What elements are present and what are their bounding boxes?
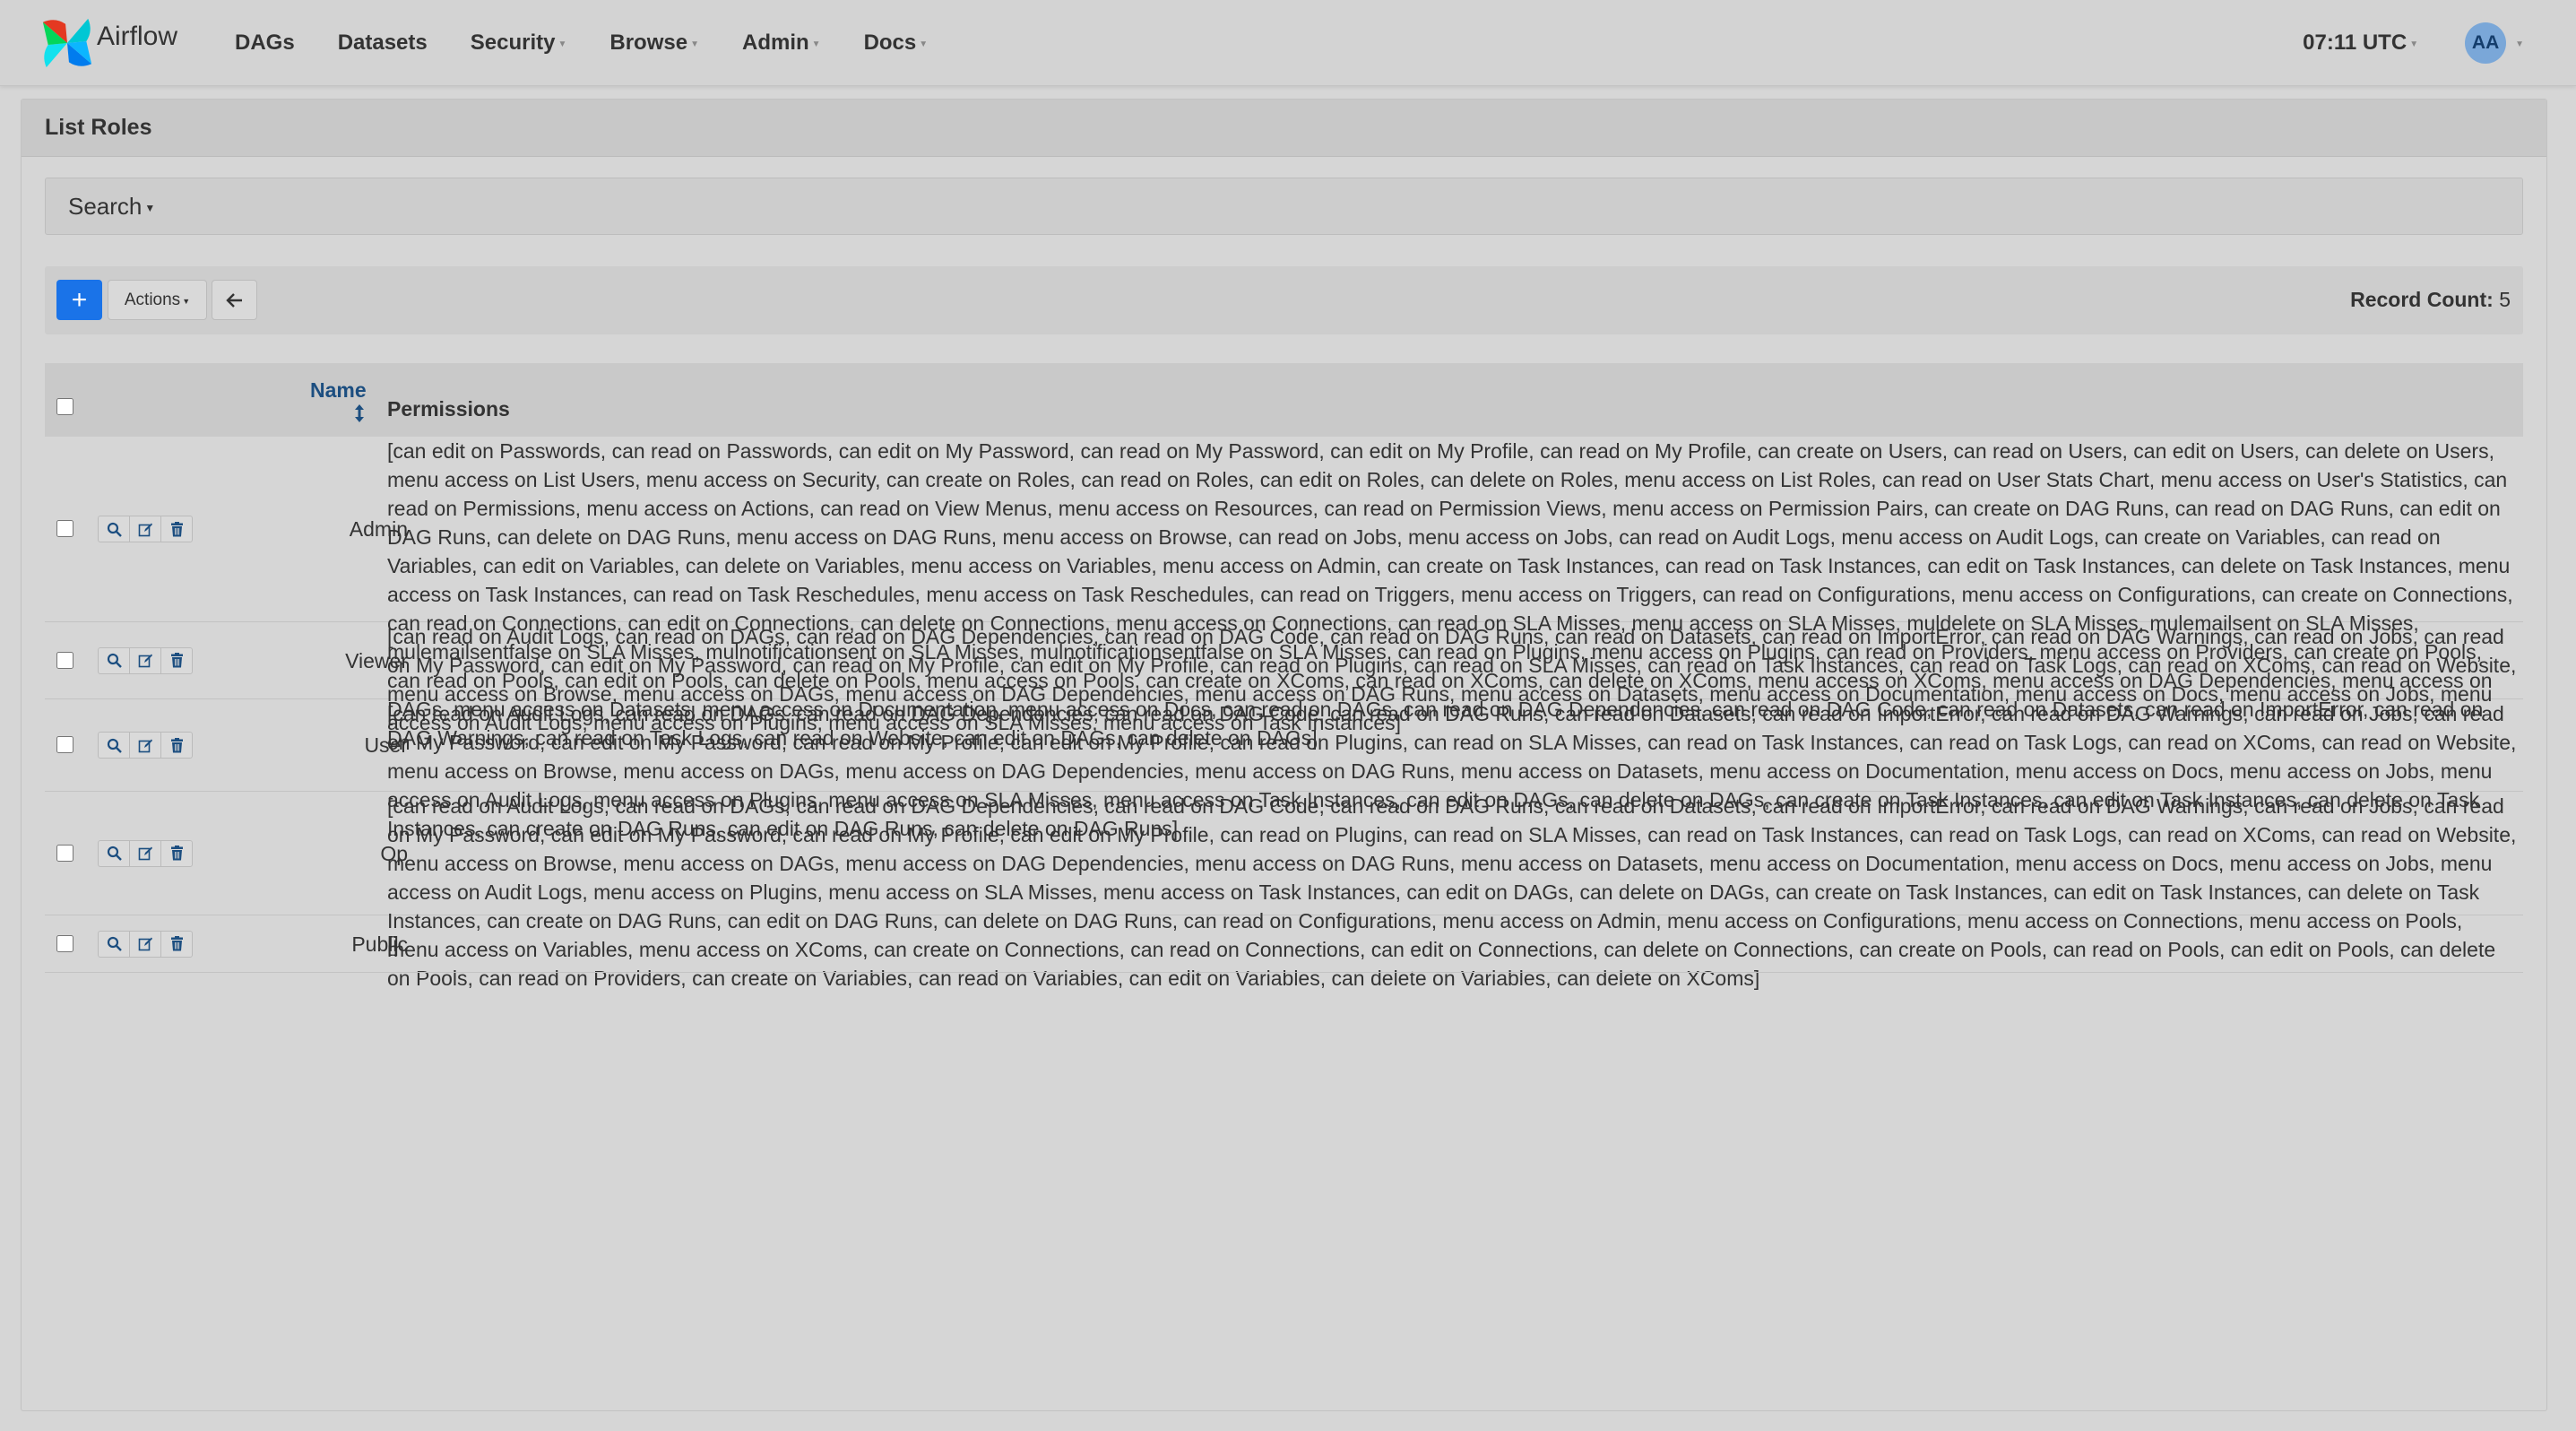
record-count: Record Count: 5 bbox=[2350, 288, 2511, 312]
plus-icon: + bbox=[71, 284, 88, 315]
page-title: List Roles bbox=[22, 100, 2546, 157]
search-label: Search bbox=[68, 192, 143, 220]
select-all-checkbox[interactable] bbox=[56, 398, 73, 415]
brand-name: Airflow bbox=[97, 21, 178, 51]
nav-item-label: Browse bbox=[609, 30, 688, 55]
row-action-buttons bbox=[98, 732, 193, 759]
trash-icon[interactable] bbox=[161, 733, 192, 758]
chevron-down-icon: ▼ bbox=[2409, 39, 2419, 49]
table-row: Admin [can edit on Passwords, can read on… bbox=[45, 437, 2523, 750]
navbar-right: 07:11 UTC ▼ AA ▼ bbox=[2303, 0, 2576, 85]
toolbar: + Actions ▼ Record Count: 5 bbox=[45, 266, 2523, 334]
actions-label: Actions bbox=[124, 290, 181, 309]
search-icon[interactable] bbox=[99, 931, 130, 957]
arrow-left-icon bbox=[225, 292, 242, 308]
sort-icon[interactable] bbox=[354, 403, 365, 423]
trash-icon[interactable] bbox=[161, 648, 192, 673]
chevron-down-icon: ▼ bbox=[811, 39, 821, 49]
chevron-down-icon: ▼ bbox=[558, 39, 567, 49]
table-row: User [can read on Audit Logs, can read on… bbox=[45, 699, 2523, 840]
chevron-down-icon: ▼ bbox=[2515, 39, 2524, 49]
chevron-down-icon: ▼ bbox=[690, 39, 699, 49]
role-permissions: [] bbox=[387, 932, 399, 956]
edit-icon[interactable] bbox=[130, 840, 161, 866]
airflow-pinwheel-icon bbox=[42, 18, 92, 67]
row-select-checkbox[interactable] bbox=[56, 736, 73, 753]
trash-icon[interactable] bbox=[161, 516, 192, 542]
search-icon[interactable] bbox=[99, 647, 130, 673]
row-action-buttons bbox=[98, 646, 193, 674]
table-row: Viewer [can read on Audit Logs, can read … bbox=[45, 622, 2523, 734]
add-role-button[interactable]: + bbox=[56, 280, 102, 320]
search-icon[interactable] bbox=[99, 840, 130, 866]
column-header-name[interactable]: Name bbox=[310, 378, 367, 403]
nav-item-label: Admin bbox=[741, 30, 809, 55]
clock-time: 07:11 UTC bbox=[2303, 30, 2407, 55]
caret-down-icon: ▼ bbox=[182, 297, 191, 306]
chevron-down-icon: ▼ bbox=[919, 39, 929, 49]
user-menu[interactable]: AA ▼ bbox=[2465, 22, 2524, 64]
search-toggle[interactable]: Search ▼ bbox=[45, 178, 2523, 235]
nav-item-label: Security bbox=[470, 30, 556, 55]
row-action-buttons bbox=[98, 516, 193, 542]
table-header: Name Permissions bbox=[45, 363, 2523, 437]
trash-icon[interactable] bbox=[161, 841, 192, 866]
nav-item-datasets[interactable]: Datasets bbox=[338, 30, 428, 56]
nav-item-docs[interactable]: Docs ▼ bbox=[864, 30, 929, 56]
nav-item-admin[interactable]: Admin ▼ bbox=[742, 30, 821, 56]
brand-logo[interactable]: Airflow bbox=[39, 9, 177, 76]
table-body: Admin [can edit on Passwords, can read on… bbox=[45, 437, 2523, 990]
list-roles-panel: List Roles Search ▼ + Actions ▼ Record C… bbox=[21, 99, 2547, 1411]
nav-item-browse[interactable]: Browse ▼ bbox=[609, 30, 699, 56]
record-count-value: 5 bbox=[2499, 288, 2511, 311]
nav-item-dags[interactable]: DAGs bbox=[235, 30, 295, 56]
nav-item-label: DAGs bbox=[235, 30, 295, 55]
roles-table: Name Permissions Admin [can edit on Passw… bbox=[45, 363, 2523, 990]
nav-item-security[interactable]: Security ▼ bbox=[471, 30, 567, 56]
caret-down-icon: ▼ bbox=[144, 202, 156, 214]
navbar: Airflow DAGs Datasets Security ▼ Browse ▼ Admi… bbox=[0, 0, 2576, 86]
back-button[interactable] bbox=[212, 280, 257, 320]
row-select-checkbox[interactable] bbox=[56, 520, 73, 537]
row-action-buttons bbox=[98, 930, 193, 958]
edit-icon[interactable] bbox=[130, 733, 161, 758]
table-row: Op [can read on Audit Logs, can read on D… bbox=[45, 792, 2523, 990]
edit-icon[interactable] bbox=[130, 516, 161, 542]
main-menu: DAGs Datasets Security ▼ Browse ▼ Admin ▼ Docs ▼ bbox=[235, 0, 971, 85]
record-count-label: Record Count: bbox=[2350, 288, 2494, 311]
table-row: Public[] bbox=[45, 915, 2523, 973]
clock-dropdown[interactable]: 07:11 UTC ▼ bbox=[2303, 30, 2418, 56]
row-action-buttons bbox=[98, 839, 193, 867]
row-select-checkbox[interactable] bbox=[56, 651, 73, 669]
search-icon[interactable] bbox=[99, 516, 130, 542]
column-header-permissions: Permissions bbox=[387, 397, 510, 421]
nav-item-label: Datasets bbox=[337, 30, 428, 55]
actions-dropdown-button[interactable]: Actions ▼ bbox=[108, 280, 207, 320]
row-select-checkbox[interactable] bbox=[56, 934, 73, 952]
row-select-checkbox[interactable] bbox=[56, 844, 73, 862]
avatar: AA bbox=[2465, 22, 2507, 64]
search-icon[interactable] bbox=[99, 733, 130, 758]
trash-icon[interactable] bbox=[161, 932, 192, 957]
edit-icon[interactable] bbox=[130, 931, 161, 957]
nav-item-label: Docs bbox=[863, 30, 917, 55]
edit-icon[interactable] bbox=[130, 647, 161, 673]
